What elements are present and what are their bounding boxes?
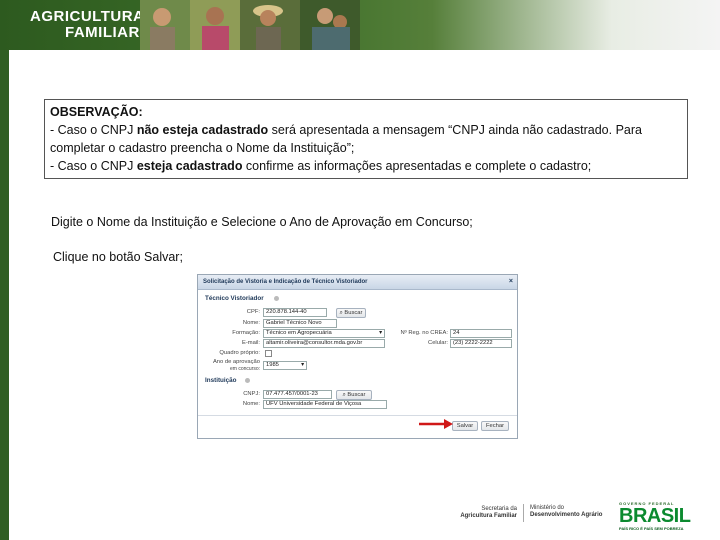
instruction-step-1: Digite o Nome da Instituição e Selecione… [51,215,473,229]
footer-secretaria: Secretaria da Agricultura Familiar [457,506,517,520]
help-icon[interactable] [274,296,279,301]
close-icon[interactable]: × [509,275,513,289]
email-input[interactable]: altamir.oliveira@consultor.mda.gov.br [263,339,385,348]
search-icon: ⌕ [339,310,343,316]
footer-ministerio: Ministério do Desenvolvimento Agrário [530,505,605,519]
cnpj-label: CNPJ: [243,391,260,397]
quadro-proprio-checkbox[interactable] [265,350,272,357]
fechar-button[interactable]: Fechar [481,421,509,431]
cnpj-input[interactable]: 07.477.457/0001-23 [263,390,332,399]
formacao-label: Formação: [232,330,260,336]
brasil-logo: GOVERNO FEDERAL BRASIL PAÍS RICO É PAÍS … [619,501,711,531]
observation-title: OBSERVAÇÃO: [50,105,143,119]
section-tecnico-vistoriador: Técnico Vistoriador [205,295,264,302]
nome-label: Nome: [242,320,260,326]
ano-aprovacao-select[interactable]: 1985 ▾ [263,361,307,370]
chevron-down-icon: ▾ [379,330,382,336]
brasil-tagline: PAÍS RICO É PAÍS SEM POBREZA [619,526,684,531]
brand-line-2: FAMILIAR [65,24,140,41]
arrow-icon [419,419,453,429]
celular-input[interactable]: (23) 2222-2222 [450,339,512,348]
farmer-photos [140,0,360,50]
footer-sec-line-1: Secretaria da [481,506,517,512]
observation-line-1: - Caso o CNPJ não esteja cadastrado será… [50,123,642,137]
cpf-input[interactable]: 220.878.144-40 [263,308,327,317]
footer-sec-line-2: Agricultura Familiar [460,513,517,519]
help-icon[interactable] [245,378,250,383]
footer-divider [523,504,524,522]
instituicao-nome-input[interactable]: UFV Universidade Federal de Viçosa [263,400,387,409]
observation-line-3: - Caso o CNPJ esteja cadastrado confirme… [50,159,592,173]
section-instituicao: Instituição [205,377,237,384]
ano-aprovacao-label: Ano de aprovação [212,359,260,365]
buscar-cpf-button[interactable]: ⌕ Buscar [336,308,366,318]
header-banner: AGRICULTURA FAMILIAR [0,0,720,50]
chevron-down-icon: ▾ [301,362,304,368]
reg-crea-label: Nº Reg. no CREA: [400,330,448,336]
brasil-wordmark: BRASIL [619,505,691,527]
cpf-label: CPF: [246,309,260,315]
dialog-title: Solicitação de Vistoria e Indicação de T… [203,279,368,285]
instituicao-nome-label: Nome: [242,401,260,407]
formacao-select[interactable]: Técnico em Agropecuária ▾ [263,329,385,338]
buscar-cnpj-button[interactable]: ⌕ Buscar [336,390,372,400]
observation-line-2: completar o cadastro preencha o Nome da … [50,141,355,155]
vistoria-dialog: Solicitação de Vistoria e Indicação de T… [197,274,518,439]
left-accent-bar [0,50,9,540]
salvar-button[interactable]: Salvar [452,421,478,431]
footer-min-line-1: Ministério do [530,505,565,511]
reg-crea-input[interactable]: 24 [450,329,512,338]
brand-line-1: AGRICULTURA [30,8,145,25]
instruction-step-2: Clique no botão Salvar; [53,250,183,264]
observation-box: OBSERVAÇÃO: - Caso o CNPJ não esteja cad… [44,99,688,179]
celular-label: Celular: [428,340,448,346]
footer-min-line-2: Desenvolvimento Agrário [530,512,603,518]
nome-input[interactable]: Gabriel Técnico Novo [263,319,337,328]
ano-aprovacao-label-2: em concurso: [229,366,260,372]
search-icon: ⌕ [342,392,346,398]
dialog-title-bar: Solicitação de Vistoria e Indicação de T… [198,275,517,290]
brand-logo-text: AGRICULTURA FAMILIAR [30,9,144,41]
quadro-proprio-label: Quadro próprio: [219,350,260,356]
email-label: E-mail: [241,340,260,346]
